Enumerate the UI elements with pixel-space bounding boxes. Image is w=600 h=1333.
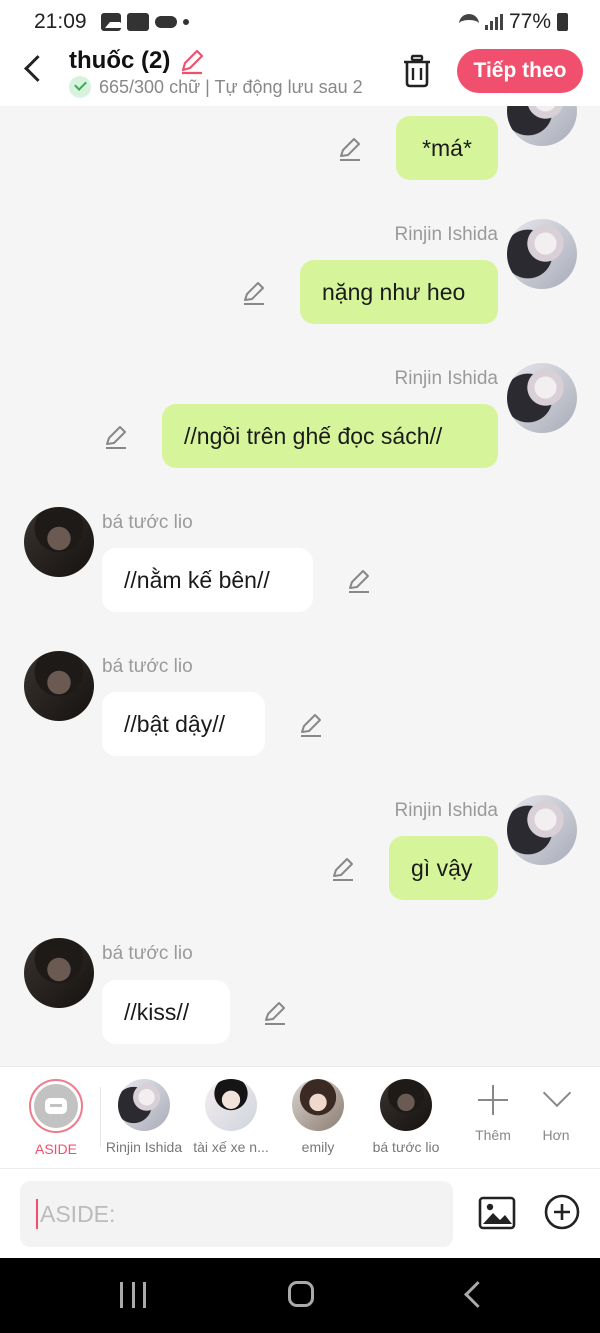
character-label: bá tước lio [372, 1139, 440, 1155]
composer: ASIDE: [0, 1168, 600, 1258]
add-character-button[interactable]: Thêm [463, 1081, 523, 1143]
sender-name: Rinjin Ishida [394, 368, 499, 389]
character-taixe[interactable]: tài xế xe n... [186, 1079, 276, 1155]
edit-message-icon[interactable] [337, 136, 363, 162]
battery-icon [557, 13, 568, 31]
chevron-down-icon [541, 1081, 571, 1111]
gallery-notification-icon [100, 13, 125, 31]
word-count-text: 665/300 chữ | Tự động lưu sau 2 [99, 76, 363, 97]
avatar-lio[interactable] [24, 651, 94, 721]
edit-message-icon[interactable] [241, 280, 267, 306]
character-lio[interactable]: bá tước lio [361, 1079, 451, 1155]
back-button[interactable] [22, 56, 50, 84]
message-bubble[interactable]: //nằm kế bên// [102, 548, 313, 612]
edit-message-icon[interactable] [346, 568, 372, 594]
cloud-icon [154, 16, 177, 28]
system-nav-bar [0, 1258, 600, 1333]
play-notification-icon [126, 13, 149, 31]
avatar [380, 1079, 432, 1131]
chat-bubble-icon [45, 1098, 67, 1114]
wifi-icon [458, 14, 479, 30]
character-label: tài xế xe n... [193, 1139, 269, 1155]
input-placeholder: ASIDE: [40, 1200, 116, 1227]
system-back-button[interactable] [462, 1283, 484, 1305]
edit-message-icon[interactable] [103, 424, 129, 450]
home-button[interactable] [288, 1281, 314, 1307]
character-emily[interactable]: emily [273, 1079, 363, 1155]
avatar-rinjin[interactable] [507, 363, 577, 433]
more-button[interactable]: Hơn [526, 1081, 586, 1143]
add-label: Thêm [475, 1127, 511, 1143]
edit-message-icon[interactable] [298, 712, 324, 738]
avatar [118, 1079, 170, 1131]
message-bubble[interactable]: //bật dậy// [102, 692, 265, 756]
autosave-status: 665/300 chữ | Tự động lưu sau 2 [69, 76, 374, 98]
edit-message-icon[interactable] [330, 856, 356, 882]
story-title: thuốc (2) [69, 47, 171, 74]
sender-name: Rinjin Ishida [394, 224, 499, 245]
signal-icon [484, 14, 503, 30]
avatar-lio[interactable] [24, 507, 94, 577]
plus-icon [478, 1085, 508, 1115]
aside-avatar [29, 1079, 83, 1133]
message-bubble[interactable]: //kiss// [102, 980, 230, 1044]
next-button[interactable]: Tiếp theo [457, 49, 583, 93]
message-bubble[interactable]: //ngồi trên ghế đọc sách// [162, 404, 498, 468]
sender-name: bá tước lio [102, 512, 193, 533]
header: thuốc (2) 665/300 chữ | Tự động lưu sau … [0, 44, 600, 106]
status-time: 21:09 [34, 10, 87, 33]
message-bubble[interactable]: gì vậy [389, 836, 498, 900]
character-aside[interactable]: ASIDE [11, 1079, 101, 1157]
edit-message-icon[interactable] [262, 1000, 288, 1026]
text-caret [36, 1199, 38, 1229]
avatar [205, 1079, 257, 1131]
image-icon[interactable] [477, 1193, 517, 1233]
avatar-lio[interactable] [24, 938, 94, 1008]
chat-area[interactable]: *má* Rinjin Ishida nặng như heo Rinjin I… [0, 106, 600, 1066]
add-circle-icon[interactable] [543, 1193, 581, 1231]
story-title-row: thuốc (2) [69, 47, 206, 75]
avatar-rinjin[interactable] [507, 219, 577, 289]
battery-percent: 77% [508, 10, 551, 33]
recent-apps-button[interactable] [120, 1282, 146, 1308]
character-label: emily [301, 1139, 335, 1155]
avatar [292, 1079, 344, 1131]
status-bar: 21:09 77% [0, 0, 600, 44]
more-label: Hơn [542, 1127, 570, 1143]
character-bar: ASIDE Rinjin Ishida tài xế xe n... emily… [0, 1066, 600, 1168]
character-rinjin[interactable]: Rinjin Ishida [99, 1079, 189, 1155]
avatar-rinjin[interactable] [507, 106, 577, 146]
character-label: ASIDE [34, 1141, 77, 1157]
avatar-rinjin[interactable] [507, 795, 577, 865]
saved-check-icon [69, 76, 91, 98]
sender-name: Rinjin Ishida [394, 800, 499, 821]
message-bubble[interactable]: nặng như heo [300, 260, 498, 324]
message-bubble[interactable]: *má* [396, 116, 498, 180]
character-label: Rinjin Ishida [105, 1139, 183, 1155]
message-input[interactable]: ASIDE: [20, 1181, 453, 1247]
trash-icon[interactable] [402, 54, 432, 88]
sender-name: bá tước lio [102, 656, 193, 677]
edit-title-icon[interactable] [178, 47, 206, 75]
more-notifications-icon [182, 19, 189, 25]
sender-name: bá tước lio [102, 943, 193, 964]
